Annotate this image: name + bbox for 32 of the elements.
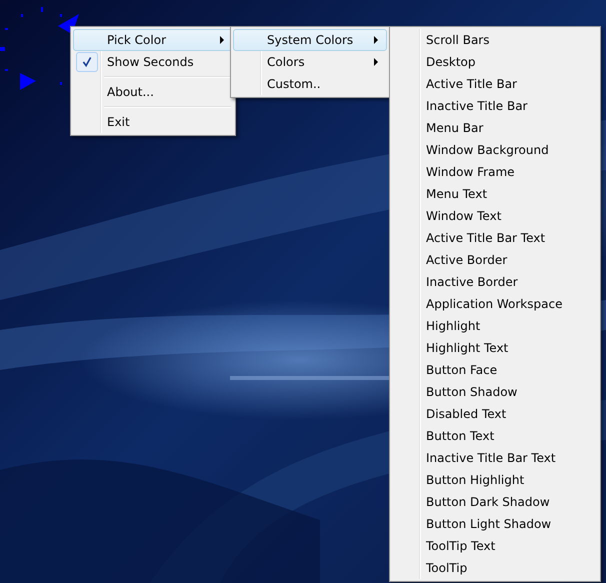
menu-item[interactable]: Inactive Border <box>392 271 598 293</box>
menu-item[interactable]: Active Border <box>392 249 598 271</box>
menu-item[interactable]: Highlight <box>392 315 598 337</box>
menu-item[interactable]: Active Title Bar Text <box>392 227 598 249</box>
menu-item[interactable]: Button Highlight <box>392 469 598 491</box>
menu-item[interactable]: ToolTip Text <box>392 535 598 557</box>
menu-item[interactable]: Button Text <box>392 425 598 447</box>
menu-item[interactable]: Button Dark Shadow <box>392 491 598 513</box>
menu-item[interactable]: Active Title Bar <box>392 73 598 95</box>
menu-item[interactable]: Button Face <box>392 359 598 381</box>
menu-item[interactable]: Desktop <box>392 51 598 73</box>
menu-item[interactable]: Window Background <box>392 139 598 161</box>
menu-item[interactable]: Scroll Bars <box>392 29 598 51</box>
menu-item[interactable]: Button Light Shadow <box>392 513 598 535</box>
menu-item[interactable]: Disabled Text <box>392 403 598 425</box>
menu-item[interactable]: Window Text <box>392 205 598 227</box>
menu-item[interactable]: ToolTip <box>392 557 598 579</box>
menu-item[interactable]: System Colors <box>233 29 387 51</box>
menu-item[interactable]: Show Seconds <box>73 51 233 73</box>
menu-item[interactable]: Exit <box>73 111 233 133</box>
menu-item[interactable]: Highlight Text <box>392 337 598 359</box>
menu-item[interactable]: Inactive Title Bar Text <box>392 447 598 469</box>
menu-item[interactable]: About... <box>73 81 233 103</box>
menu-item[interactable]: Menu Text <box>392 183 598 205</box>
menu-item[interactable]: Custom.. <box>233 73 387 95</box>
menu-item[interactable]: Colors <box>233 51 387 73</box>
menu-item[interactable]: Pick Color <box>73 29 233 51</box>
menu-item[interactable]: Application Workspace <box>392 293 598 315</box>
menu-item[interactable]: Inactive Title Bar <box>392 95 598 117</box>
menu-item[interactable]: Window Frame <box>392 161 598 183</box>
menu-item[interactable]: Button Shadow <box>392 381 598 403</box>
menu-item[interactable]: Menu Bar <box>392 117 598 139</box>
